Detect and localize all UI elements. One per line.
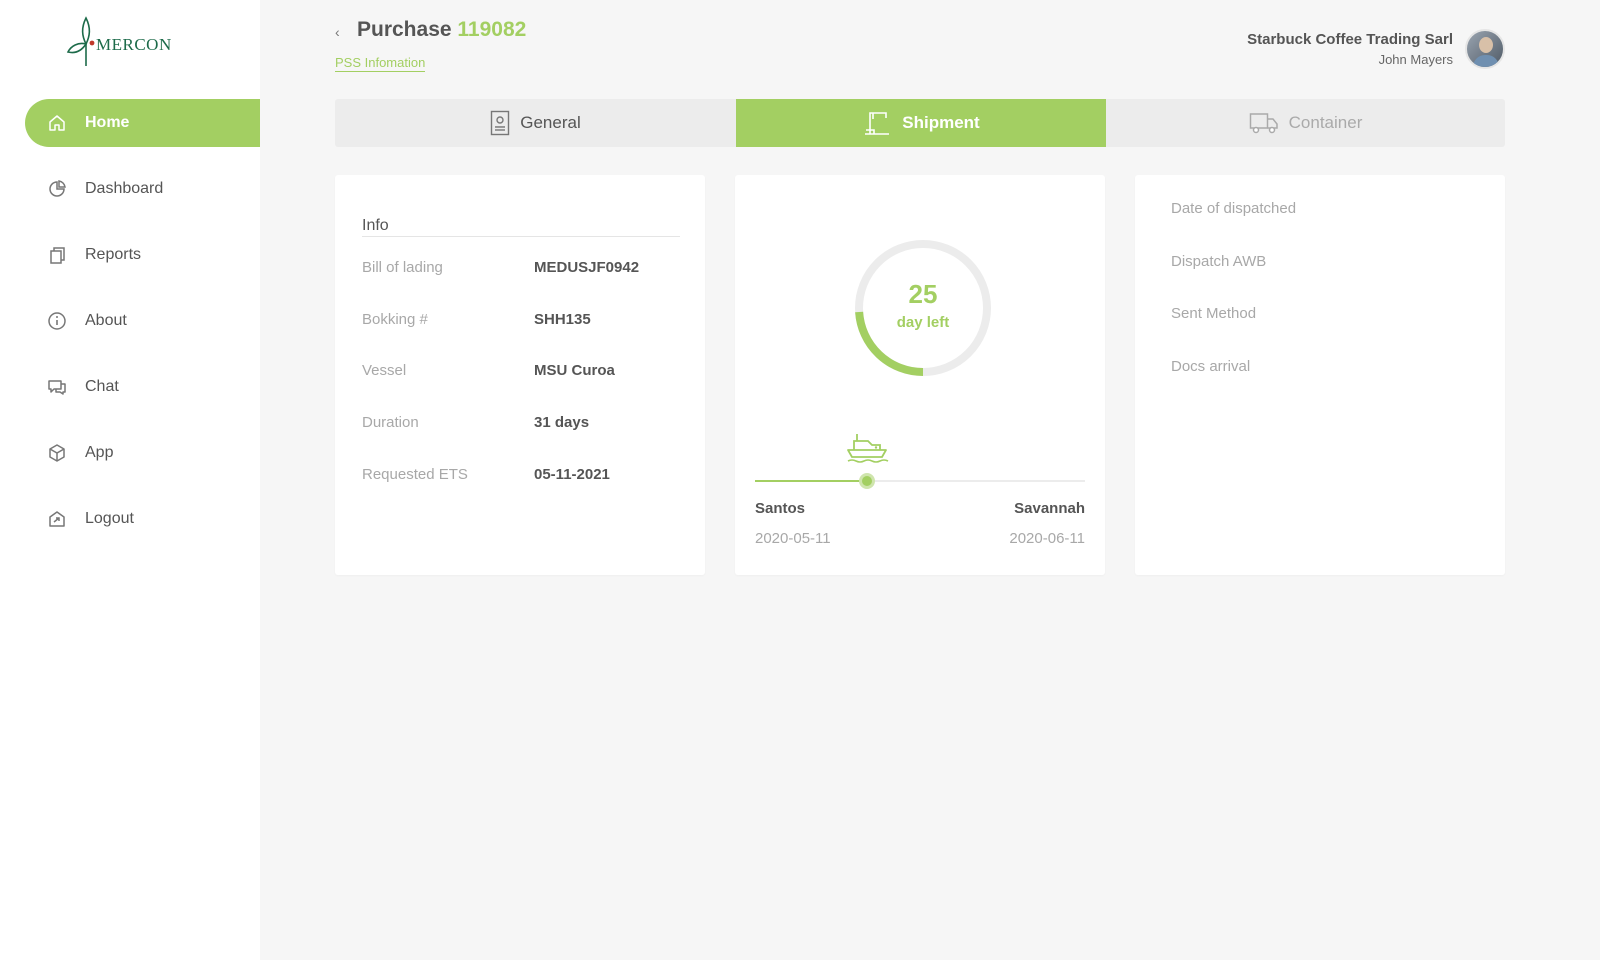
- days-left-label: day left: [896, 314, 950, 331]
- tab-bar: General Shipment Container: [335, 99, 1505, 147]
- info-row-vessel: Vessel MSU Curoa: [362, 362, 680, 379]
- info-row-booking: Bokking # SHH135: [362, 311, 680, 328]
- info-value: SHH135: [534, 311, 591, 328]
- back-chevron-icon[interactable]: ‹: [335, 24, 349, 40]
- company-name: Starbuck Coffee Trading Sarl: [1247, 31, 1453, 48]
- shipment-progress-card: 25 day left Santos Savannah 2020-05-11 2…: [735, 175, 1105, 575]
- sidebar-item-logout[interactable]: Logout: [25, 495, 260, 543]
- route-progress-handle[interactable]: [859, 473, 876, 489]
- info-heading: Info: [362, 217, 680, 237]
- destination-date: 2020-06-11: [1009, 530, 1085, 547]
- info-value: 05-11-2021: [534, 466, 610, 483]
- mercon-logo[interactable]: MERCON: [66, 14, 196, 70]
- info-value: MEDUSJF0942: [534, 259, 640, 276]
- doc-dispatch-awb: Dispatch AWB: [1171, 253, 1267, 270]
- copy-icon: [47, 245, 67, 265]
- doc-sent-method: Sent Method: [1171, 305, 1257, 322]
- tab-label: Container: [1288, 113, 1363, 132]
- info-row-requested-ets: Requested ETS 05-11-2021: [362, 466, 680, 483]
- origin-port: Santos: [755, 500, 806, 517]
- info-label: Vessel: [362, 362, 407, 379]
- sidebar-item-label: About: [85, 312, 127, 329]
- pie-chart-icon: [47, 179, 67, 199]
- coffee-leaf-logo-icon: [66, 16, 95, 66]
- sidebar-item-dashboard[interactable]: Dashboard: [25, 165, 260, 213]
- logo-wordmark: MERCON: [96, 35, 172, 54]
- doc-docs-arrival: Docs arrival: [1171, 358, 1251, 375]
- user-profile[interactable]: Starbuck Coffee Trading Sarl John Mayers: [1247, 29, 1505, 69]
- destination-port: Savannah: [1014, 500, 1085, 517]
- sidebar-item-label: Dashboard: [85, 180, 164, 197]
- info-label: Bill of lading: [362, 259, 443, 276]
- info-icon: [47, 311, 67, 331]
- sidebar-item-app[interactable]: App: [25, 429, 260, 477]
- info-value: 31 days: [534, 414, 590, 431]
- tab-general[interactable]: General: [335, 99, 736, 147]
- ship-icon: [844, 430, 890, 469]
- sidebar-item-label: Chat: [85, 378, 119, 395]
- days-left-number: 25: [908, 279, 938, 309]
- sidebar: MERCON Home Dashboard Reports About Chat…: [0, 0, 260, 960]
- sidebar-item-reports[interactable]: Reports: [25, 231, 260, 279]
- info-label: Duration: [362, 414, 419, 431]
- sidebar-item-home[interactable]: Home: [25, 99, 260, 147]
- sidebar-item-label: Reports: [85, 246, 142, 263]
- purchase-number: 119082: [457, 18, 527, 41]
- user-name: John Mayers: [1378, 52, 1453, 67]
- info-label: Bokking #: [362, 311, 428, 328]
- document-icon: [490, 110, 510, 136]
- tab-label: Shipment: [902, 113, 980, 132]
- sidebar-nav: Home Dashboard Reports About Chat App Lo…: [25, 99, 260, 561]
- route-track: [755, 473, 1085, 489]
- sidebar-item-label: App: [85, 444, 114, 461]
- info-row-bill-of-lading: Bill of lading MEDUSJF0942: [362, 259, 680, 276]
- info-label: Requested ETS: [362, 466, 468, 483]
- info-value: MSU Curoa: [534, 362, 615, 379]
- tab-label: General: [520, 113, 581, 132]
- info-row-duration: Duration 31 days: [362, 414, 680, 431]
- box-icon: [47, 443, 67, 463]
- sidebar-item-label: Logout: [85, 510, 134, 527]
- documents-card: Date of dispatched Dispatch AWB Sent Met…: [1135, 175, 1505, 575]
- truck-icon: [1249, 111, 1279, 135]
- info-card: Info Bill of lading MEDUSJF0942 Bokking …: [335, 175, 705, 575]
- route-progress-fill: [755, 480, 868, 482]
- origin-date: 2020-05-11: [755, 530, 831, 547]
- page-title: Purchase 119082: [357, 18, 526, 42]
- title-prefix: Purchase: [357, 18, 452, 41]
- chat-icon: [47, 377, 67, 397]
- logout-icon: [47, 509, 67, 529]
- sidebar-item-about[interactable]: About: [25, 297, 260, 345]
- sidebar-item-chat[interactable]: Chat: [25, 363, 260, 411]
- tab-shipment[interactable]: Shipment: [736, 99, 1106, 147]
- crane-icon: [862, 110, 892, 136]
- avatar[interactable]: [1465, 29, 1505, 69]
- tab-container[interactable]: Container: [1106, 99, 1505, 147]
- user-text: Starbuck Coffee Trading Sarl John Mayers: [1247, 31, 1453, 67]
- doc-date-dispatched: Date of dispatched: [1171, 200, 1297, 217]
- pss-information-link[interactable]: PSS Infomation: [335, 55, 426, 72]
- sidebar-item-label: Home: [85, 114, 130, 131]
- home-icon: [47, 113, 67, 133]
